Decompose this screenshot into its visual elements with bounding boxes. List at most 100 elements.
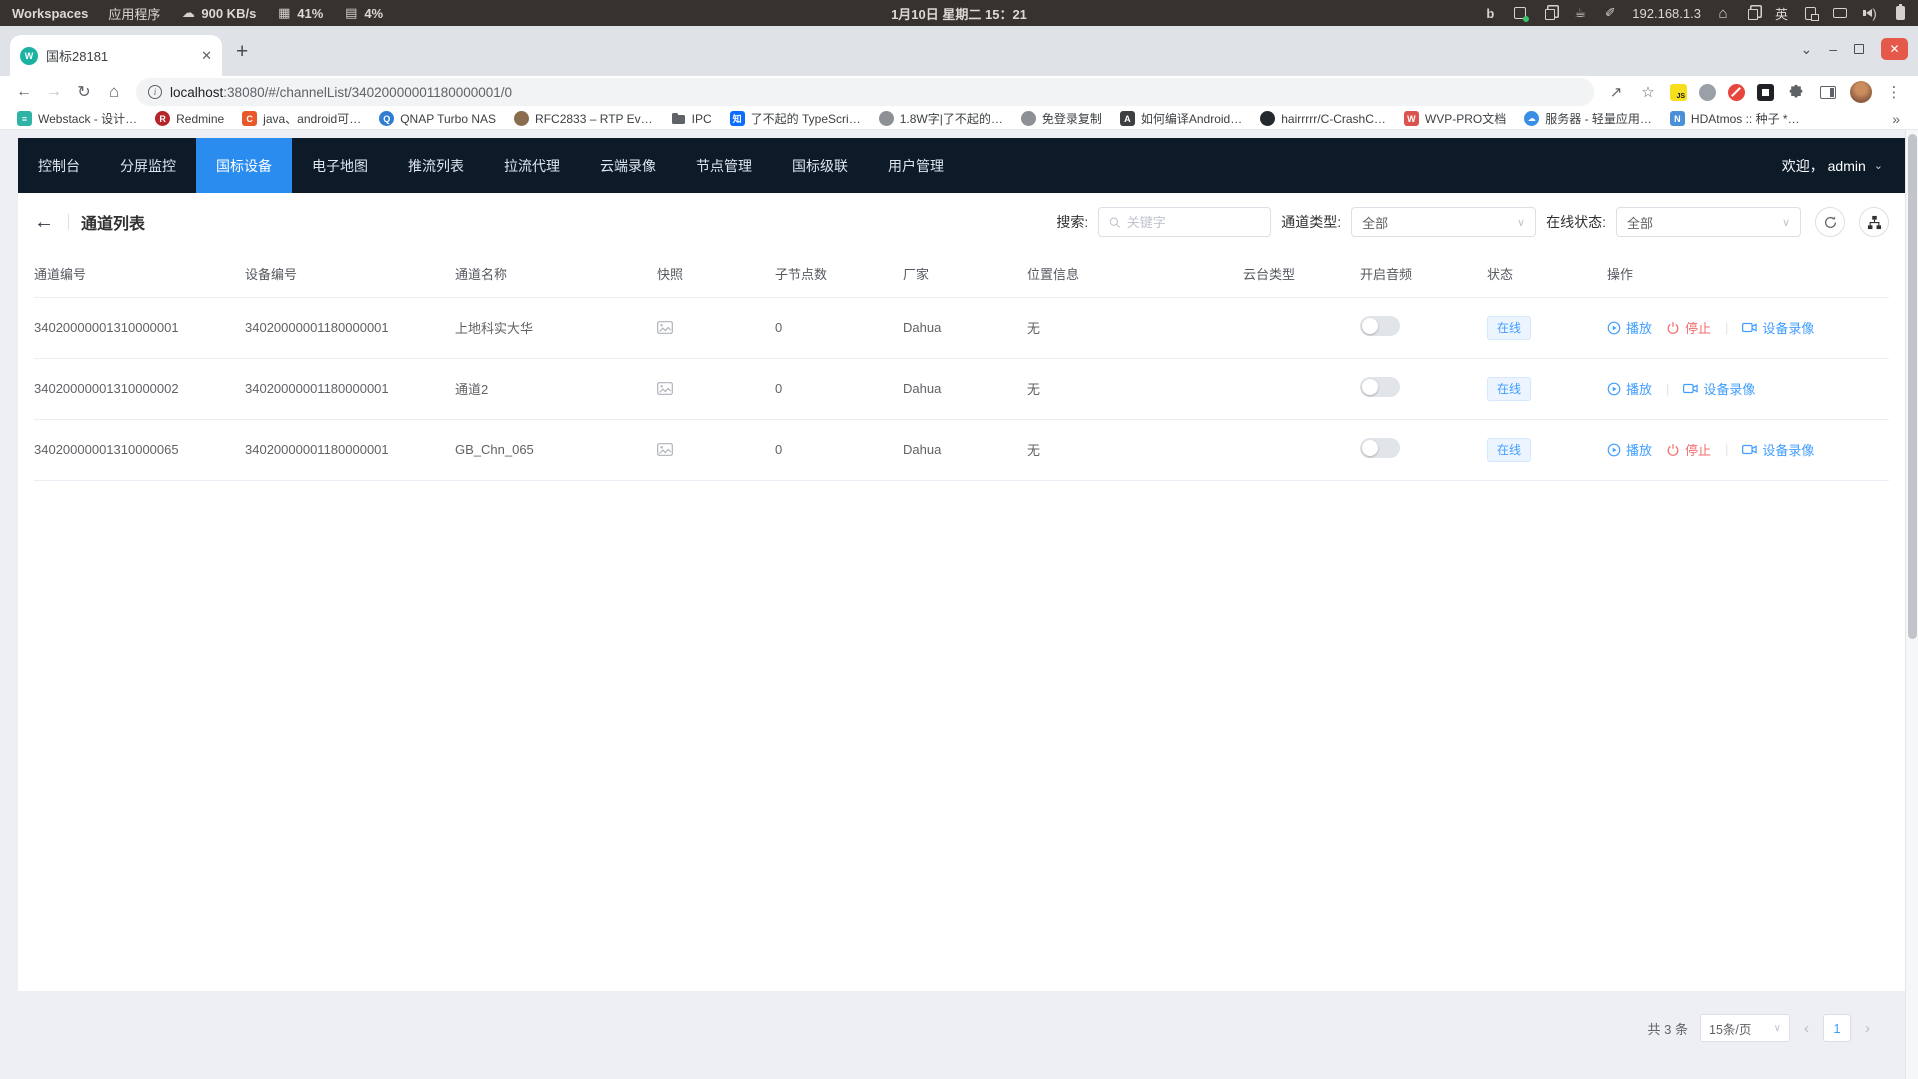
bookmark-item[interactable]: ≡Webstack - 设计…	[8, 110, 146, 127]
play-button[interactable]: 播放	[1607, 318, 1652, 337]
window-minimize-button[interactable]: –	[1829, 41, 1837, 57]
browser-tab[interactable]: W 国标28181 ✕	[10, 35, 222, 76]
nav-item-gb-devices[interactable]: 国标设备	[196, 138, 292, 193]
device-record-button[interactable]: 设备录像	[1742, 440, 1814, 459]
pagination-total: 共 3 条	[1648, 1019, 1688, 1038]
bookmark-item[interactable]: 1.8W字|了不起的…	[870, 110, 1012, 127]
nav-item-node-manage[interactable]: 节点管理	[676, 138, 772, 193]
online-status-select[interactable]: 全部 ∨	[1616, 207, 1801, 237]
next-page-button[interactable]: ›	[1863, 1020, 1872, 1037]
profile-avatar[interactable]	[1850, 81, 1872, 103]
window-restore-button[interactable]	[1854, 44, 1864, 54]
stop-button[interactable]: 停止	[1666, 318, 1711, 337]
extension-mask-icon[interactable]	[1699, 84, 1716, 101]
audio-toggle[interactable]	[1360, 377, 1400, 397]
nav-item-split-monitor[interactable]: 分屏监控	[100, 138, 196, 193]
table-header-row: 通道编号 设备编号 通道名称 快照 子节点数 厂家 位置信息 云台类型 开启音频…	[34, 251, 1889, 297]
bookmark-item[interactable]: hairrrrr/C-CrashC…	[1251, 111, 1395, 126]
volume-icon[interactable]: )	[1862, 5, 1878, 21]
browser-menu-icon[interactable]: ⋮	[1884, 82, 1904, 102]
col-vendor: 厂家	[903, 251, 1027, 297]
extension-blocker-icon[interactable]	[1728, 84, 1745, 101]
play-button[interactable]: 播放	[1607, 440, 1652, 459]
stop-button[interactable]: 停止	[1666, 440, 1711, 459]
reload-button[interactable]: ↻	[70, 82, 98, 102]
current-page[interactable]: 1	[1823, 1014, 1851, 1042]
tab-search-chevron-icon[interactable]: ⌄	[1800, 41, 1812, 58]
device-record-button[interactable]: 设备录像	[1742, 318, 1814, 337]
tool-tray-icon[interactable]: ✐	[1602, 5, 1618, 21]
extensions-puzzle-icon[interactable]	[1786, 82, 1806, 102]
refresh-button[interactable]	[1815, 207, 1845, 237]
bookmark-item[interactable]: WWVP-PRO文档	[1395, 110, 1515, 127]
bookmark-item[interactable]: RRedmine	[146, 111, 233, 126]
bookmark-item[interactable]: 知了不起的 TypeScri…	[721, 110, 870, 127]
audio-toggle[interactable]	[1360, 316, 1400, 336]
audio-toggle[interactable]	[1360, 438, 1400, 458]
col-children: 子节点数	[775, 251, 903, 297]
site-info-icon[interactable]: i	[148, 85, 162, 99]
bing-tray-icon[interactable]: b	[1482, 5, 1498, 21]
play-circle-icon	[1607, 382, 1621, 396]
share-icon[interactable]: ↗	[1606, 82, 1626, 102]
bookmark-item[interactable]: QQNAP Turbo NAS	[370, 111, 505, 126]
refresh-icon	[1823, 215, 1838, 230]
clipboard-tray-icon[interactable]	[1542, 5, 1558, 21]
display-icon[interactable]	[1832, 5, 1848, 21]
applications-button[interactable]: 应用程序	[108, 4, 160, 23]
home-tray-icon[interactable]: ⌂	[1715, 5, 1731, 21]
nav-item-console[interactable]: 控制台	[18, 138, 100, 193]
ip-address-indicator[interactable]: 192.168.1.3	[1632, 6, 1701, 21]
snapshot-image-icon[interactable]	[657, 321, 775, 334]
tab-close-icon[interactable]: ✕	[201, 48, 212, 64]
bookmark-star-icon[interactable]: ☆	[1638, 82, 1658, 102]
battery-icon[interactable]	[1892, 5, 1908, 21]
nav-item-gb-cascade[interactable]: 国标级联	[772, 138, 868, 193]
home-button[interactable]: ⌂	[100, 82, 128, 102]
screenshot-tray-icon[interactable]	[1512, 5, 1528, 21]
user-menu[interactable]: 欢迎， admin⌄	[1782, 156, 1905, 176]
table-row: 34020000001310000001 3402000000118000000…	[34, 297, 1889, 358]
forward-button[interactable]: →	[40, 83, 68, 101]
bookmark-folder[interactable]: IPC	[662, 111, 721, 126]
snapshot-image-icon[interactable]	[657, 382, 775, 395]
extension-js-icon[interactable]: JS	[1670, 84, 1687, 101]
phone-link-icon[interactable]	[1802, 5, 1818, 21]
bookmark-item[interactable]: 免登录复制	[1012, 110, 1111, 127]
status-badge: 在线	[1487, 438, 1531, 462]
coffee-tray-icon[interactable]: ☕	[1572, 5, 1588, 21]
bookmark-item[interactable]: Cjava、android可…	[233, 110, 370, 127]
snapshot-image-icon[interactable]	[657, 443, 775, 456]
nav-item-push-list[interactable]: 推流列表	[388, 138, 484, 193]
bookmark-item[interactable]: ☁服务器 - 轻量应用…	[1515, 110, 1661, 127]
back-button[interactable]: ←	[10, 83, 38, 101]
address-bar[interactable]: i localhost:38080/#/channelList/34020000…	[136, 78, 1594, 106]
nav-item-user-manage[interactable]: 用户管理	[868, 138, 964, 193]
new-tab-button[interactable]: +	[236, 40, 248, 64]
nav-item-map[interactable]: 电子地图	[292, 138, 388, 193]
prev-page-button[interactable]: ‹	[1802, 1020, 1811, 1037]
nav-item-pull-proxy[interactable]: 拉流代理	[484, 138, 580, 193]
bookmark-item[interactable]: A如何编译Android…	[1111, 110, 1251, 127]
workspaces-button[interactable]: Workspaces	[12, 6, 88, 21]
device-record-button[interactable]: 设备录像	[1683, 379, 1755, 398]
play-button[interactable]: 播放	[1607, 379, 1652, 398]
back-arrow-button[interactable]: ←	[34, 211, 68, 234]
side-panel-icon[interactable]	[1818, 82, 1838, 102]
extension-screenshot-icon[interactable]	[1757, 84, 1774, 101]
col-location: 位置信息	[1027, 251, 1243, 297]
search-input[interactable]	[1098, 207, 1271, 237]
channel-type-select[interactable]: 全部 ∨	[1351, 207, 1536, 237]
page-size-select[interactable]: 15条/页 ∨	[1700, 1014, 1790, 1042]
tree-view-button[interactable]	[1859, 207, 1889, 237]
page-scrollbar[interactable]	[1905, 130, 1918, 1079]
input-method-indicator[interactable]: 英	[1775, 4, 1788, 23]
bookmark-item[interactable]: NHDAtmos :: 种子 *…	[1661, 110, 1809, 127]
bookmark-icon: C	[242, 111, 257, 126]
nav-item-cloud-record[interactable]: 云端录像	[580, 138, 676, 193]
bookmarks-overflow-button[interactable]: »	[1892, 111, 1910, 127]
windows-tray-icon[interactable]	[1745, 5, 1761, 21]
bookmark-item[interactable]: RFC2833 – RTP Ev…	[505, 111, 662, 126]
scrollbar-thumb[interactable]	[1908, 134, 1917, 639]
window-close-button[interactable]: ✕	[1881, 38, 1908, 60]
